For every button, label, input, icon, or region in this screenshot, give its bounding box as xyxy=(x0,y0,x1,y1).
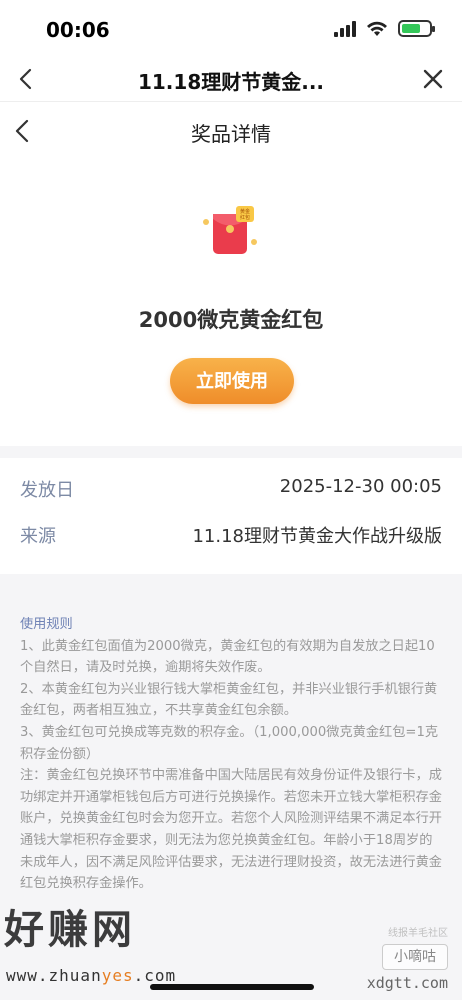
watermark-right-badge: 小嘀咕 xyxy=(382,944,448,970)
signal-icon xyxy=(334,20,356,37)
issue-date-value: 2025-12-30 00:05 xyxy=(279,476,442,497)
use-now-button[interactable]: 立即使用 xyxy=(170,358,294,404)
envelope-badge-line2: 红包 xyxy=(240,214,250,221)
watermark-right-url: xdgtt.com xyxy=(366,974,448,992)
watermark-url-highlight: yes xyxy=(101,966,134,985)
watermark-url: www.zhuanyes.com xyxy=(6,966,176,985)
webview-nav-bar: 11.18理财节黄金... xyxy=(0,56,462,102)
envelope-badge-line1: 黄金 xyxy=(240,208,250,215)
info-row-issue-date: 发放日 2025-12-30 00:05 xyxy=(20,476,442,506)
home-indicator xyxy=(150,984,314,990)
webview-title: 11.18理财节黄金... xyxy=(137,70,325,94)
watermark-right-caption: 线报羊毛社区 xyxy=(388,928,448,939)
close-icon[interactable] xyxy=(418,64,448,94)
battery-charging-icon xyxy=(398,20,435,37)
watermark-url-prefix: www.zhuan xyxy=(6,966,102,985)
issue-date-label: 发放日 xyxy=(20,480,74,501)
prize-name: 2000微克黄金红包 xyxy=(138,308,324,332)
rules-text: 使用规则 1、此黄金红包面值为2000微克，黄金红包的有效期为自发放之日起10个… xyxy=(20,614,442,914)
rule-note: 注：黄金红包兑换环节中需准备中国大陆居民有效身份证件及银行卡，成功绑定并开通掌柜… xyxy=(20,768,442,892)
watermark-url-suffix: .com xyxy=(133,966,177,985)
rule-item-2: 2、本黄金红包为兴业银行钱大掌柜黄金红包，并非兴业银行手机银行黄金红包，两者相互… xyxy=(20,681,438,719)
prize-info: 发放日 2025-12-30 00:05 来源 11.18理财节黄金大作战升级版 xyxy=(0,458,462,574)
info-row-source: 来源 11.18理财节黄金大作战升级版 xyxy=(20,522,442,552)
prize-card: 黄金 红包 2000微克黄金红包 立即使用 xyxy=(0,160,462,446)
page-title: 奖品详情 xyxy=(191,122,271,146)
site-watermark: 好赚网 xyxy=(4,910,194,950)
rule-item-1: 1、此黄金红包面值为2000微克，黄金红包的有效期为自发放之日起10个自然日，请… xyxy=(20,638,435,676)
rules-title: 使用规则 xyxy=(20,617,73,632)
red-envelope-icon: 黄金 红包 xyxy=(203,206,257,254)
wifi-icon xyxy=(367,21,387,36)
status-icons xyxy=(334,20,435,37)
page-header: 奖品详情 xyxy=(0,102,462,160)
status-bar: 00:06 xyxy=(0,0,462,56)
status-time: 00:06 xyxy=(46,18,110,42)
chevron-left-icon[interactable] xyxy=(12,64,42,94)
watermark-logo-text: 好赚网 xyxy=(4,907,136,953)
source-value: 11.18理财节黄金大作战升级版 xyxy=(192,526,442,547)
rule-item-3: 3、黄金红包可兑换成等克数的积存金。（1,000,000微克黄金红包=1克积存金… xyxy=(20,724,439,762)
source-label: 来源 xyxy=(20,526,56,547)
